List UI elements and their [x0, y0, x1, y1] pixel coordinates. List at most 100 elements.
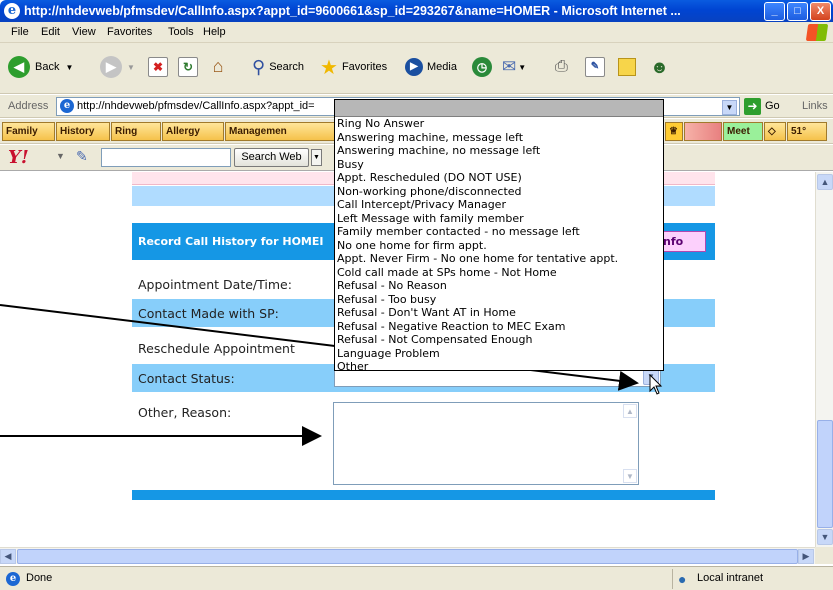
dropdown-option[interactable]: Other: [335, 360, 663, 370]
title-bar: e http://nhdevweb/pfmsdev/CallInfo.aspx?…: [0, 0, 833, 22]
scroll-thumb[interactable]: [17, 549, 798, 564]
maximize-button[interactable]: □: [787, 2, 808, 21]
dropdown-option[interactable]: No one home for firm appt.: [335, 239, 663, 253]
browser-window: e http://nhdevweb/pfmsdev/CallInfo.aspx?…: [0, 0, 833, 590]
scroll-right-icon[interactable]: ▶: [798, 549, 814, 564]
dropdown-option[interactable]: Refusal - Don't Want AT in Home: [335, 306, 663, 320]
back-button[interactable]: ◀ Back ▼: [8, 52, 73, 82]
menu-favorites[interactable]: Favorites: [107, 26, 152, 38]
link-allergy[interactable]: Allergy: [162, 122, 224, 141]
link-management[interactable]: Managemen: [225, 122, 335, 141]
dropdown-option[interactable]: Cold call made at SPs home - Not Home: [335, 266, 663, 280]
contact-status-dropdown-list[interactable]: Ring No Answer Answering machine, message…: [334, 99, 664, 371]
menu-view[interactable]: View: [72, 26, 96, 38]
dropdown-option[interactable]: Appt. Never Firm - No one home for tenta…: [335, 252, 663, 266]
chevron-down-icon: ▼: [65, 62, 74, 72]
back-arrow-icon: ◀: [8, 56, 30, 78]
scroll-down-icon[interactable]: ▼: [817, 529, 833, 545]
print-button[interactable]: ⎙: [555, 52, 568, 82]
back-label: Back: [35, 61, 60, 73]
dropdown-option[interactable]: Call Intercept/Privacy Manager: [335, 198, 663, 212]
search-button[interactable]: ⚲ Search: [252, 52, 304, 82]
stop-button[interactable]: ✖: [148, 52, 168, 82]
yahoo-logo[interactable]: Y!: [8, 148, 29, 168]
mail-button[interactable]: ✉ ▼: [502, 52, 526, 82]
zone-text: Local intranet: [697, 572, 764, 584]
refresh-button[interactable]: ↻: [178, 52, 198, 82]
menu-tools[interactable]: Tools: [168, 26, 194, 38]
dropdown-option[interactable]: Non-working phone/disconnected: [335, 185, 663, 199]
pencil-icon[interactable]: ✎: [76, 148, 88, 165]
link-weather[interactable]: 51°: [787, 122, 827, 141]
globe-icon: ●: [678, 571, 687, 587]
go-arrow-icon[interactable]: ➜: [744, 98, 761, 115]
search-icon: ⚲: [252, 56, 266, 77]
star-icon: ★: [320, 56, 338, 79]
search-options-icon[interactable]: ▼: [311, 149, 322, 166]
favorites-label: Favorites: [341, 61, 388, 73]
people-icon[interactable]: [684, 122, 722, 141]
mouse-pointer-icon: [649, 374, 663, 395]
dropdown-option[interactable]: Busy: [335, 158, 663, 172]
media-button[interactable]: ▶ Media: [405, 52, 457, 82]
close-button[interactable]: X: [810, 2, 831, 21]
forward-arrow-icon: ▶: [100, 56, 122, 78]
scroll-left-icon[interactable]: ◀: [0, 549, 16, 564]
search-web-button[interactable]: Search Web: [234, 148, 309, 167]
menu-help[interactable]: Help: [203, 26, 226, 38]
media-icon: ▶: [405, 58, 423, 76]
standard-toolbar: ◀ Back ▼ ▶ ▼ ✖ ↻ ⌂ ⚲ Search ★ Favorites …: [0, 43, 833, 94]
chevron-down-icon[interactable]: ▼: [56, 151, 65, 161]
crown-icon[interactable]: ♕: [665, 122, 683, 141]
dropdown-option[interactable]: Appt. Rescheduled (DO NOT USE): [335, 171, 663, 185]
dropdown-option[interactable]: Refusal - Negative Reaction to MEC Exam: [335, 320, 663, 334]
stop-icon: ✖: [148, 57, 168, 77]
dropdown-option[interactable]: Family member contacted - no message lef…: [335, 225, 663, 239]
scroll-thumb[interactable]: [817, 420, 833, 528]
page-icon: e: [60, 99, 74, 113]
edit-button[interactable]: ✎: [585, 52, 605, 82]
windows-logo-icon: [805, 24, 829, 41]
messenger-button[interactable]: ☻: [650, 52, 669, 82]
menu-file[interactable]: File: [11, 26, 29, 38]
address-url: http://nhdevweb/pfmsdev/CallInfo.aspx?ap…: [77, 100, 315, 112]
mail-icon: ✉: [502, 57, 517, 76]
address-dropdown-icon[interactable]: ▼: [722, 100, 737, 115]
edit-icon: ✎: [585, 57, 605, 77]
link-history[interactable]: History: [56, 122, 110, 141]
links-label[interactable]: Links: [802, 100, 828, 112]
dropdown-options: Ring No Answer Answering machine, message…: [335, 117, 663, 370]
address-label: Address: [8, 100, 49, 112]
search-label: Search: [269, 61, 305, 73]
diamond-icon[interactable]: ◇: [764, 122, 786, 141]
scroll-up-icon[interactable]: ▲: [817, 174, 833, 190]
dropdown-option[interactable]: Refusal - No Reason: [335, 279, 663, 293]
menu-bar: File Edit View Favorites Tools Help: [0, 22, 833, 43]
discuss-button[interactable]: [618, 52, 636, 82]
search-web-label: Search Web: [241, 151, 302, 163]
dropdown-selected-blank[interactable]: [335, 100, 663, 117]
link-family[interactable]: Family: [2, 122, 55, 141]
favorites-button[interactable]: ★ Favorites: [320, 52, 387, 82]
print-icon: ⎙: [555, 58, 568, 75]
scroll-corner: [815, 547, 833, 564]
history-button[interactable]: ◷: [472, 52, 492, 82]
vertical-scrollbar[interactable]: ▲ ▼: [815, 172, 833, 547]
dropdown-option[interactable]: Refusal - Not Compensated Enough: [335, 333, 663, 347]
dropdown-option[interactable]: Answering machine, no message left: [335, 144, 663, 158]
chevron-down-icon: ▼: [518, 62, 527, 72]
minimize-button[interactable]: _: [764, 2, 785, 21]
dropdown-option[interactable]: Language Problem: [335, 347, 663, 361]
forward-button[interactable]: ▶ ▼: [100, 52, 135, 82]
dropdown-option[interactable]: Refusal - Too busy: [335, 293, 663, 307]
link-meet[interactable]: Meet: [723, 122, 763, 141]
menu-edit[interactable]: Edit: [41, 26, 60, 38]
yahoo-search-input[interactable]: [101, 148, 231, 167]
dropdown-option[interactable]: Ring No Answer: [335, 117, 663, 131]
dropdown-option[interactable]: Left Message with family member: [335, 212, 663, 226]
horizontal-scrollbar[interactable]: ◀ ▶: [0, 547, 815, 564]
dropdown-option[interactable]: Answering machine, message left: [335, 131, 663, 145]
home-button[interactable]: ⌂: [208, 52, 228, 82]
link-ring[interactable]: Ring: [111, 122, 161, 141]
go-button[interactable]: Go: [765, 100, 780, 112]
